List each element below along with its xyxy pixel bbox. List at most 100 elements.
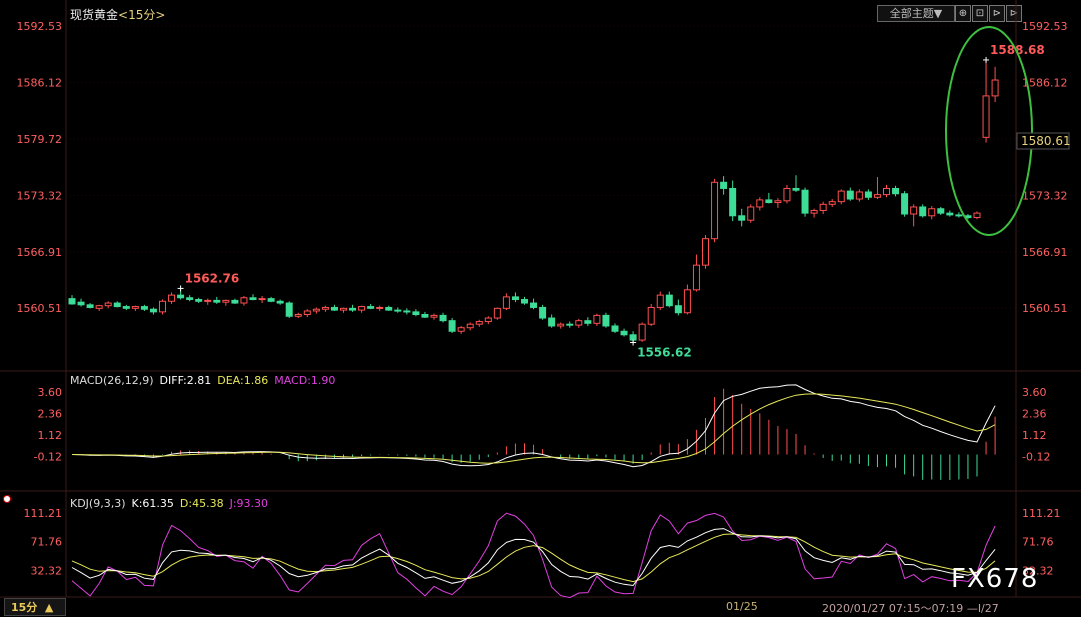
chart-canvas[interactable]: 1592.53 1586.12 1579.72 1573.32 1566.91 1560.… bbox=[0, 0, 1081, 617]
candle-body bbox=[367, 306, 375, 309]
candle-body bbox=[629, 334, 637, 341]
candle-body bbox=[747, 206, 755, 221]
candle-body bbox=[656, 294, 664, 308]
candle-body bbox=[312, 308, 320, 312]
candle-body bbox=[412, 311, 420, 316]
candle-body bbox=[855, 191, 863, 200]
candle-body bbox=[330, 306, 338, 311]
macd-tick-left: 2.36 bbox=[38, 408, 63, 421]
price-tick-left: 1586.12 bbox=[17, 77, 63, 90]
candle-body bbox=[928, 208, 936, 217]
kdj-lines bbox=[71, 512, 996, 599]
candle-body bbox=[177, 294, 185, 299]
price-tick-left: 1592.53 bbox=[17, 20, 63, 33]
candle-body bbox=[991, 79, 999, 97]
candle-body bbox=[810, 209, 818, 214]
price-axis-left: 1592.53 1586.12 1579.72 1573.32 1566.91 1560.… bbox=[17, 20, 63, 315]
kdj-tick-right: 111.21 bbox=[1022, 507, 1061, 520]
candle-body bbox=[692, 264, 700, 291]
indicator-marker-icon[interactable] bbox=[3, 495, 11, 503]
kdj-name: KDJ(9,3,3) bbox=[70, 497, 126, 510]
candle-body bbox=[159, 300, 166, 313]
candle-body bbox=[548, 317, 556, 327]
watermark: FX678 bbox=[951, 564, 1039, 594]
candle-body bbox=[68, 298, 76, 305]
kdj-k-value: K:61.35 bbox=[131, 497, 174, 510]
candle-body bbox=[910, 206, 918, 215]
candle-body bbox=[593, 314, 601, 324]
candle-body bbox=[340, 307, 347, 311]
candle-body bbox=[638, 323, 646, 341]
candle-body bbox=[403, 310, 411, 313]
time-range-text: 2020/01/27 07:15～07:19 bbox=[822, 602, 964, 615]
candle-body bbox=[204, 299, 212, 302]
candle-body bbox=[566, 323, 574, 326]
candle-body bbox=[249, 297, 257, 301]
candle-body bbox=[385, 306, 393, 311]
current-price-label: 1580.61 bbox=[1021, 134, 1071, 148]
candle-body bbox=[168, 294, 176, 302]
candle-body bbox=[104, 302, 112, 307]
candle-body bbox=[258, 298, 266, 301]
kdj-tick-left: 111.21 bbox=[24, 507, 63, 520]
macd-tick-right: 2.36 bbox=[1022, 408, 1047, 421]
candle-body bbox=[982, 95, 990, 138]
candle-body bbox=[521, 299, 528, 304]
extreme-price-label: 1562.76 bbox=[185, 271, 240, 285]
candle-body bbox=[466, 323, 474, 329]
candle-body bbox=[828, 201, 836, 205]
price-tick-right: 1560.51 bbox=[1022, 302, 1068, 315]
candle-body bbox=[222, 299, 230, 303]
candle-body bbox=[439, 314, 447, 322]
price-tick-left: 1573.32 bbox=[17, 189, 63, 202]
candle-body bbox=[575, 320, 583, 326]
period-selector[interactable]: 15分 ▲ bbox=[4, 598, 66, 616]
kdj-axis: 111.21 111.2171.76 71.7632.32 32.32 bbox=[24, 507, 1061, 577]
caret-up-icon: ▲ bbox=[44, 601, 54, 614]
candle-body bbox=[756, 199, 764, 208]
candle-body bbox=[349, 307, 357, 311]
macd-tick-right: 3.60 bbox=[1022, 386, 1047, 399]
candle-body bbox=[149, 308, 157, 313]
candle-body bbox=[276, 300, 284, 304]
candle-body bbox=[611, 325, 619, 332]
candle-body bbox=[213, 299, 221, 303]
candle-body bbox=[674, 305, 682, 314]
macd-macd-value: MACD:1.90 bbox=[274, 374, 336, 387]
candle-body bbox=[602, 314, 610, 327]
candle-body bbox=[358, 306, 366, 311]
candle-body bbox=[493, 307, 501, 319]
macd-dea-value: DEA:1.86 bbox=[217, 374, 269, 387]
extreme-price-label: 1556.62 bbox=[637, 346, 692, 360]
candle-body bbox=[955, 214, 963, 217]
candle-body bbox=[946, 212, 954, 216]
candle-body bbox=[430, 314, 438, 318]
macd-title: MACD(26,12,9) DIFF:2.81 DEA:1.86 MACD:1.90 bbox=[70, 374, 341, 387]
macd-diff-value: DIFF:2.81 bbox=[159, 374, 212, 387]
candle-body bbox=[584, 320, 592, 324]
candle-body bbox=[394, 309, 402, 312]
candle-body bbox=[837, 190, 845, 203]
time-range-label: 2020/01/27 07:15～07:19 —I/27 bbox=[822, 600, 999, 616]
candle-body bbox=[77, 301, 85, 306]
price-tick-left: 1566.91 bbox=[17, 246, 63, 259]
candle-body bbox=[231, 299, 239, 304]
candle-body bbox=[285, 302, 293, 317]
candle-body bbox=[95, 305, 103, 309]
candle-body bbox=[376, 306, 384, 309]
candle-body bbox=[783, 187, 791, 202]
candle-body bbox=[901, 193, 909, 215]
candle-body bbox=[448, 320, 456, 332]
candle-body bbox=[864, 191, 872, 198]
candle-body bbox=[539, 306, 547, 319]
candle-body bbox=[683, 289, 691, 314]
candle-body bbox=[765, 199, 773, 204]
candle-body bbox=[973, 212, 981, 219]
candle-body bbox=[846, 190, 854, 200]
macd-axis: 3.60 3.60 2.36 2.36 1.12 1.12 -0.12 -0.12 bbox=[34, 386, 1051, 464]
macd-tick-right: 1.12 bbox=[1022, 429, 1047, 442]
candle-body bbox=[530, 302, 538, 308]
candle-body bbox=[647, 306, 655, 325]
macd-tick-left: 1.12 bbox=[38, 429, 63, 442]
price-tick-right: 1566.91 bbox=[1022, 246, 1068, 259]
